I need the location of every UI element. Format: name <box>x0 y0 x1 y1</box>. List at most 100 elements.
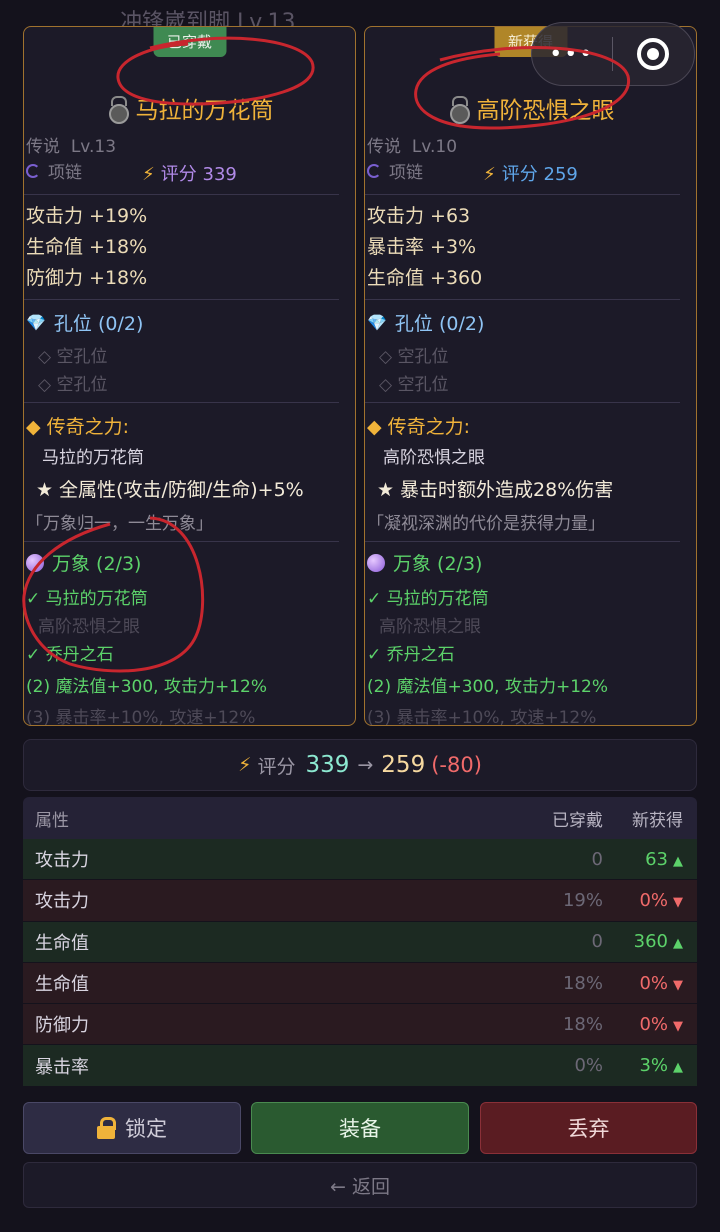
sockets-header: 💎 孔位 (0/2) <box>26 313 144 335</box>
attr-new-value: 63 ▲ <box>645 848 683 870</box>
gem-icon: 💎 <box>367 313 387 332</box>
check-icon: ✓ <box>367 589 382 609</box>
table-row: 攻击力 19% 0% ▼ <box>23 880 697 922</box>
back-button[interactable]: ← 返回 <box>23 1162 697 1208</box>
score-diff: (-80) <box>431 753 482 777</box>
empty-socket[interactable]: ◇ 空孔位 <box>379 370 448 395</box>
new-item-card: 新获得 高阶恐惧之眼 传说 Lv.10 项链 ⚡ 评分 259 攻击力 +63 暴… <box>364 26 697 726</box>
score-label: 评分 <box>257 755 296 778</box>
orb-icon <box>367 553 385 572</box>
empty-socket[interactable]: ◇ 空孔位 <box>38 370 107 395</box>
item-name: 高阶恐惧之眼 <box>476 98 615 124</box>
star-icon: ★ <box>36 479 54 501</box>
set-header: 万象 (2/3) <box>26 549 141 576</box>
table-row: 防御力 18% 0% ▼ <box>23 1004 697 1046</box>
miniprogram-capsule: ••• <box>531 22 695 86</box>
legendary-header: ◆ 传奇之力: <box>26 416 130 438</box>
header-worn: 已穿戴 <box>552 810 603 831</box>
set-item-missing: 高阶恐惧之眼 <box>379 617 481 637</box>
set-header: 万象 (2/3) <box>367 549 482 576</box>
attr-worn-value: 19% <box>562 889 603 911</box>
hollow-diamond-icon: ◇ <box>379 375 393 395</box>
stat-line: 生命值 +18% <box>26 236 148 258</box>
table-row: 生命值 0 360 ▲ <box>23 921 697 963</box>
bolt-icon: ⚡ <box>238 754 252 776</box>
diamond-icon: ◆ <box>367 416 382 438</box>
item-score: ⚡ 评分 339 <box>142 164 237 185</box>
legendary-effect: ★ 全属性(攻击/防御/生命)+5% <box>36 479 304 501</box>
attr-worn-value: 18% <box>562 1013 603 1035</box>
divider <box>365 402 680 403</box>
discard-button[interactable]: 丢弃 <box>480 1102 697 1154</box>
equip-button[interactable]: 装备 <box>251 1102 469 1154</box>
stat-line: 暴击率 +3% <box>367 236 477 258</box>
amulet-icon <box>447 96 470 124</box>
table-header: 属性 已穿戴 新获得 <box>23 797 697 839</box>
divider <box>365 541 680 542</box>
check-icon: ✓ <box>26 645 41 665</box>
diamond-icon: ◆ <box>26 416 41 438</box>
lock-label: 锁定 <box>125 1117 167 1141</box>
hollow-diamond-icon: ◇ <box>38 375 52 395</box>
amulet-icon <box>106 96 129 124</box>
empty-socket[interactable]: ◇ 空孔位 <box>379 342 448 367</box>
divider <box>24 402 339 403</box>
set-bonus-inactive: (3) 暴击率+10%, 攻速+12% <box>367 708 597 726</box>
score-from: 339 <box>305 752 350 778</box>
arrow-icon: → <box>357 754 374 776</box>
lock-button[interactable]: 锁定 <box>23 1102 241 1154</box>
attr-new-value: 360 ▲ <box>633 931 683 953</box>
attr-name: 攻击力 <box>35 891 89 913</box>
legendary-header: ◆ 传奇之力: <box>367 416 471 438</box>
legendary-name: 高阶恐惧之眼 <box>383 448 485 468</box>
bolt-icon: ⚡ <box>483 164 496 185</box>
set-item-owned: ✓ 乔丹之石 <box>26 645 114 665</box>
item-title: 马拉的万花筒 <box>24 91 355 125</box>
attr-name: 暴击率 <box>35 1056 89 1078</box>
more-dots-icon[interactable]: ••• <box>532 42 612 67</box>
table-row: 暴击率 0% 3% ▲ <box>23 1045 697 1087</box>
up-arrow-icon: ▲ <box>673 853 683 869</box>
target-icon <box>637 38 670 70</box>
gem-icon: 💎 <box>26 313 46 332</box>
set-item-owned: ✓ 马拉的万花筒 <box>367 589 489 609</box>
item-name: 马拉的万花筒 <box>135 98 274 124</box>
divider <box>365 194 680 195</box>
attr-worn-value: 18% <box>562 972 603 994</box>
up-arrow-icon: ▲ <box>673 936 683 952</box>
attr-new-value: 3% ▲ <box>639 1055 683 1077</box>
legendary-name: 马拉的万花筒 <box>42 448 144 468</box>
stat-line: 生命值 +360 <box>367 267 483 289</box>
set-item-missing: 高阶恐惧之眼 <box>38 617 140 637</box>
set-bonus-inactive: (3) 暴击率+10%, 攻速+12% <box>26 708 256 726</box>
score-to: 259 <box>381 752 426 778</box>
item-rarity-level: 传说 Lv.10 <box>367 137 458 157</box>
stat-line: 攻击力 +63 <box>367 205 471 227</box>
header-new: 新获得 <box>632 810 683 831</box>
empty-socket[interactable]: ◇ 空孔位 <box>38 342 107 367</box>
header-attr: 属性 <box>35 810 69 831</box>
attr-new-value: 0% ▼ <box>639 1013 683 1035</box>
star-icon: ★ <box>377 479 395 501</box>
divider <box>24 541 339 542</box>
up-arrow-icon: ▲ <box>673 1060 683 1076</box>
attr-name: 生命值 <box>35 932 89 954</box>
attr-name: 防御力 <box>35 1015 89 1037</box>
attribute-compare-table: 属性 已穿戴 新获得 攻击力 0 63 ▲ 攻击力 19% 0% ▼ 生命值 0 3… <box>23 797 697 1087</box>
down-arrow-icon: ▼ <box>673 977 683 993</box>
equipped-item-card: 已穿戴 马拉的万花筒 传说 Lv.13 项链 ⚡ 评分 339 攻击力 +19% … <box>23 26 356 726</box>
check-icon: ✓ <box>367 645 382 665</box>
set-item-owned: ✓ 马拉的万花筒 <box>26 589 148 609</box>
bolt-icon: ⚡ <box>142 164 155 185</box>
attr-worn-value: 0 <box>591 848 603 870</box>
hollow-diamond-icon: ◇ <box>379 347 393 367</box>
flavor-quote: 「凝视深渊的代价是获得力量」 <box>367 514 605 534</box>
sockets-header: 💎 孔位 (0/2) <box>367 313 485 335</box>
set-bonus-active: (2) 魔法值+300, 攻击力+12% <box>26 677 268 697</box>
close-target-button[interactable] <box>613 38 695 70</box>
divider <box>365 299 680 300</box>
equipped-badge: 已穿戴 <box>152 27 227 57</box>
item-title: 高阶恐惧之眼 <box>365 91 696 125</box>
item-rarity-level: 传说 Lv.13 <box>26 137 117 157</box>
lock-icon <box>97 1117 116 1139</box>
